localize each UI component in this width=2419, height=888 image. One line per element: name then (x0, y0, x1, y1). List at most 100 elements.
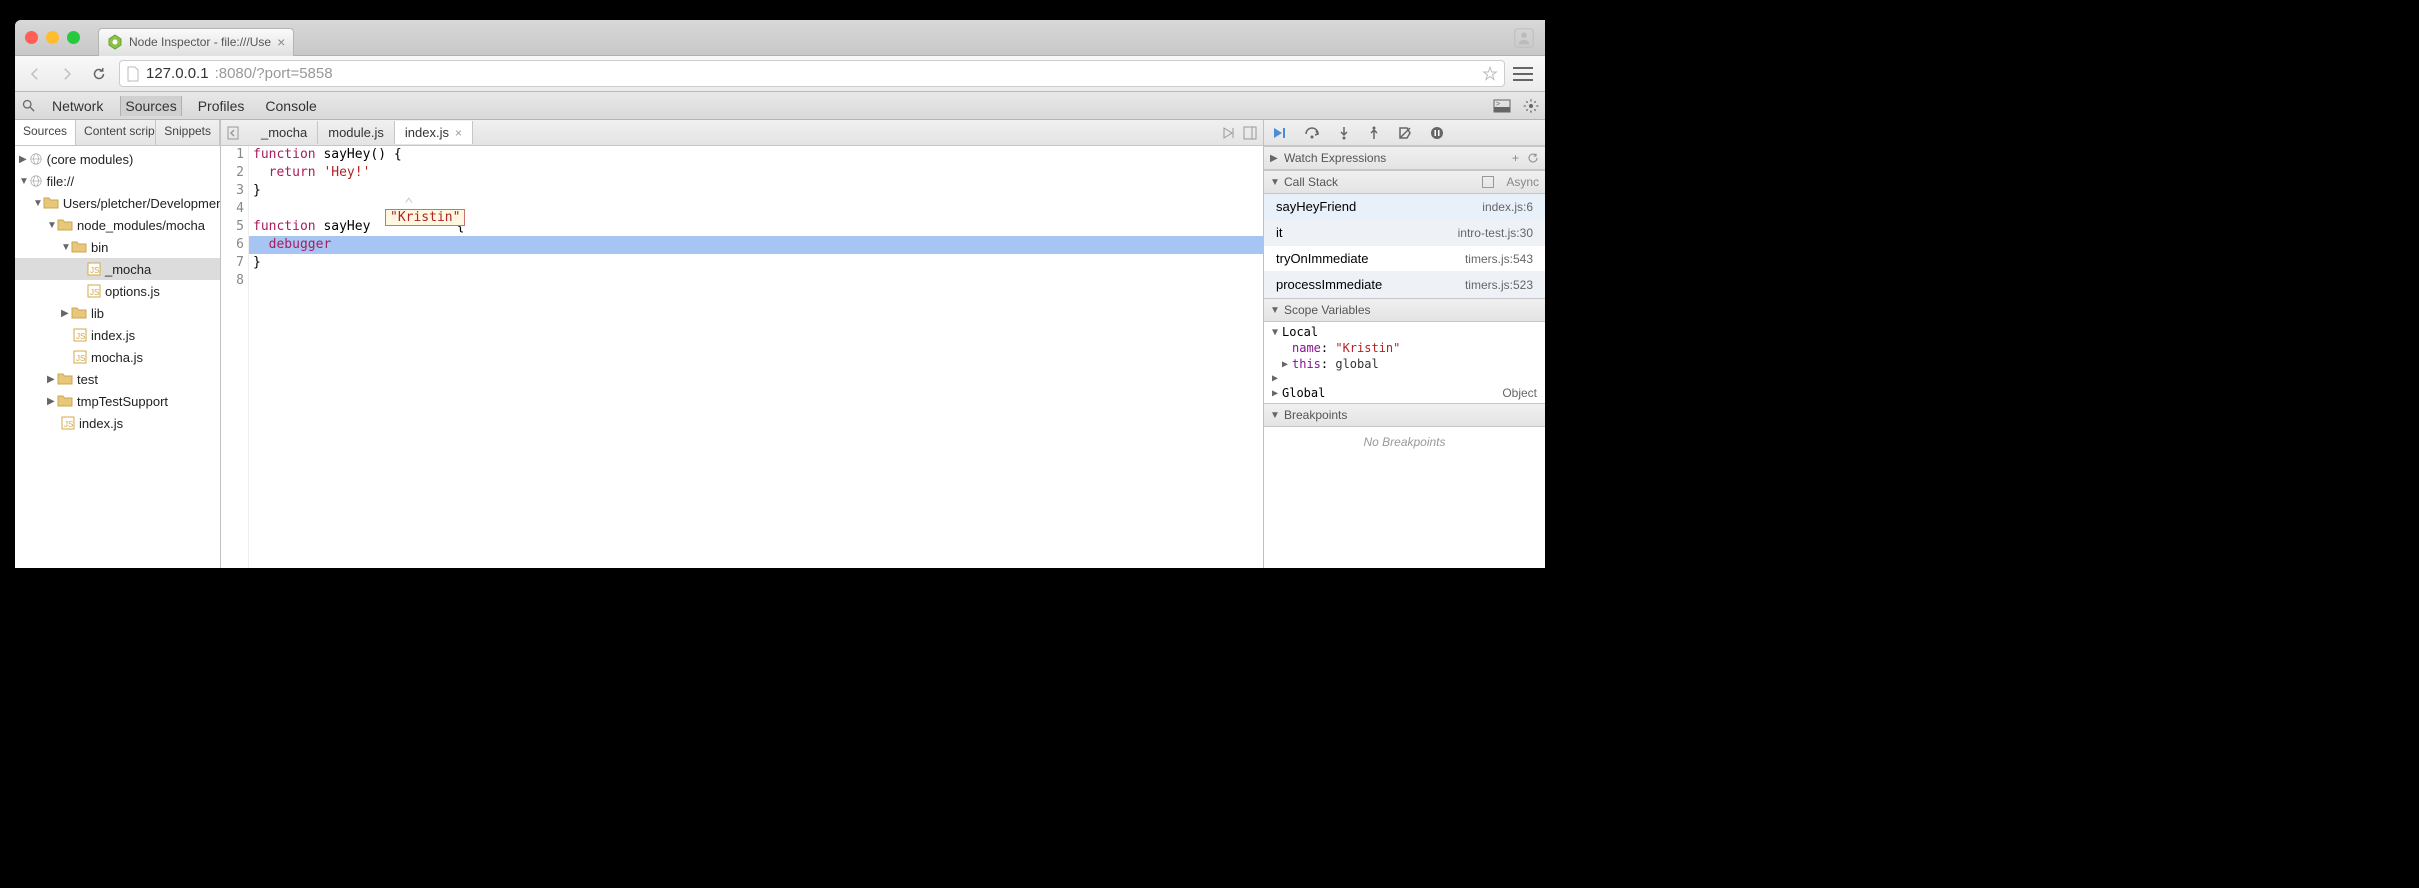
pause-exceptions-icon[interactable] (1430, 126, 1444, 140)
traffic-lights (25, 31, 80, 44)
run-snippet-icon[interactable] (1221, 126, 1235, 140)
tree-file-root[interactable]: ▼ file:// (15, 170, 220, 192)
svg-text:JS: JS (90, 288, 99, 297)
favicon-icon (107, 34, 123, 50)
file-tab-mocha[interactable]: _mocha (251, 121, 318, 144)
close-tab-icon[interactable]: × (277, 34, 285, 50)
tree-core-modules[interactable]: ▶ (core modules) (15, 148, 220, 170)
folder-icon (57, 394, 73, 408)
scope-closure[interactable]: ▶ (1264, 372, 1545, 385)
left-tab-content-scripts[interactable]: Content scrip… (76, 120, 156, 145)
folder-icon (57, 218, 73, 232)
step-into-icon[interactable] (1338, 126, 1350, 140)
svg-text:JS: JS (76, 332, 85, 341)
bookmark-star-icon[interactable] (1482, 66, 1498, 82)
page-icon (126, 66, 140, 82)
tree-file-index[interactable]: JSindex.js (15, 324, 220, 346)
tree-path[interactable]: ▼Users/pletcher/Development/ (15, 192, 220, 214)
refresh-watch-icon[interactable] (1527, 152, 1539, 164)
address-bar: 127.0.0.1 :8080/?port=5858 (15, 56, 1545, 92)
left-panel-tabs: Sources Content scrip… Snippets (15, 120, 220, 146)
globe-icon (29, 152, 43, 166)
watch-section-header[interactable]: ▶Watch Expressions + (1264, 146, 1545, 170)
minimize-window-button[interactable] (46, 31, 59, 44)
url-host: 127.0.0.1 (146, 65, 209, 82)
close-window-button[interactable] (25, 31, 38, 44)
folder-icon (43, 196, 59, 210)
scope-global[interactable]: ▶ GlobalObject (1264, 385, 1545, 401)
folder-icon (57, 372, 73, 386)
svg-text:JS: JS (64, 420, 73, 429)
tree-test[interactable]: ▶test (15, 368, 220, 390)
maximize-window-button[interactable] (67, 31, 80, 44)
editor-file-tabs: _mocha module.js index.js× (221, 120, 1263, 146)
svg-text:JS: JS (90, 266, 99, 275)
breakpoints-section-header[interactable]: ▼Breakpoints (1264, 403, 1545, 427)
step-over-icon[interactable] (1304, 126, 1320, 140)
deactivate-breakpoints-icon[interactable] (1398, 126, 1412, 140)
chrome-menu-icon[interactable] (1513, 66, 1537, 82)
browser-tab-title: Node Inspector - file:///Use (129, 35, 271, 49)
scope-section-header[interactable]: ▼Scope Variables (1264, 298, 1545, 322)
js-file-icon: JS (87, 262, 101, 276)
tree-file-options[interactable]: JSoptions.js (15, 280, 220, 302)
left-tab-sources[interactable]: Sources (15, 120, 76, 145)
tree-file-mocha[interactable]: JS_mocha (15, 258, 220, 280)
toggle-sidebar-icon[interactable] (1243, 126, 1257, 140)
resume-icon[interactable] (1272, 126, 1286, 140)
devtools-toolbar: Network Sources Profiles Console >_ (15, 92, 1545, 120)
tree-root-index[interactable]: JSindex.js (15, 412, 220, 434)
stack-frame[interactable]: tryOnImmediatetimers.js:543 (1264, 246, 1545, 272)
svg-text:JS: JS (76, 354, 85, 363)
browser-tab-bar: Node Inspector - file:///Use × (15, 20, 1545, 56)
stack-frame[interactable]: processImmediatetimers.js:523 (1264, 272, 1545, 298)
add-watch-icon[interactable]: + (1512, 151, 1519, 165)
drawer-toggle-icon[interactable]: >_ (1493, 99, 1511, 113)
js-file-icon: JS (73, 350, 87, 364)
stack-frame[interactable]: itintro-test.js:30 (1264, 220, 1545, 246)
svg-text:>_: >_ (1496, 101, 1504, 108)
forward-button[interactable] (55, 62, 79, 86)
stack-frame[interactable]: sayHeyFriendindex.js:6 (1264, 194, 1545, 220)
reload-button[interactable] (87, 62, 111, 86)
value-tooltip: "Kristin" (385, 209, 465, 226)
code-editor[interactable]: 12345678 function sayHey() { return 'Hey… (221, 146, 1263, 568)
editor-history-icon[interactable] (221, 126, 251, 140)
url-path: :8080/?port=5858 (215, 65, 333, 82)
scope-var-name[interactable]: name: "Kristin" (1264, 340, 1545, 356)
user-profile-icon[interactable] (1513, 27, 1535, 49)
settings-gear-icon[interactable] (1523, 98, 1539, 114)
async-checkbox[interactable] (1482, 176, 1494, 188)
tab-sources[interactable]: Sources (120, 96, 181, 116)
tab-console[interactable]: Console (261, 96, 321, 116)
tree-node-modules[interactable]: ▼node_modules/mocha (15, 214, 220, 236)
file-tab-index[interactable]: index.js× (395, 121, 473, 144)
browser-tab[interactable]: Node Inspector - file:///Use × (98, 28, 294, 56)
tab-network[interactable]: Network (48, 96, 108, 116)
file-tree: ▶ (core modules) ▼ file:// ▼Users/pletch… (15, 146, 220, 568)
url-input[interactable]: 127.0.0.1 :8080/?port=5858 (119, 60, 1505, 87)
debugger-controls (1264, 120, 1545, 146)
scope-local[interactable]: ▼ Local (1264, 324, 1545, 340)
js-file-icon: JS (73, 328, 87, 342)
back-button[interactable] (23, 62, 47, 86)
tree-lib[interactable]: ▶lib (15, 302, 220, 324)
globe-icon (29, 174, 43, 188)
step-out-icon[interactable] (1368, 126, 1380, 140)
scope-var-this[interactable]: ▶ this: global (1264, 356, 1545, 372)
js-file-icon: JS (61, 416, 75, 430)
search-icon[interactable] (21, 98, 36, 113)
tree-tmp[interactable]: ▶tmpTestSupport (15, 390, 220, 412)
callstack-section-header[interactable]: ▼Call Stack Async (1264, 170, 1545, 194)
no-breakpoints-label: No Breakpoints (1264, 427, 1545, 457)
left-tab-snippets[interactable]: Snippets (156, 120, 220, 145)
folder-icon (71, 240, 87, 254)
folder-icon (71, 306, 87, 320)
close-file-icon[interactable]: × (455, 126, 462, 140)
tree-bin[interactable]: ▼bin (15, 236, 220, 258)
tree-file-mochajs[interactable]: JSmocha.js (15, 346, 220, 368)
line-gutter: 12345678 (221, 146, 249, 568)
js-file-icon: JS (87, 284, 101, 298)
tab-profiles[interactable]: Profiles (194, 96, 250, 116)
file-tab-module[interactable]: module.js (318, 121, 395, 144)
